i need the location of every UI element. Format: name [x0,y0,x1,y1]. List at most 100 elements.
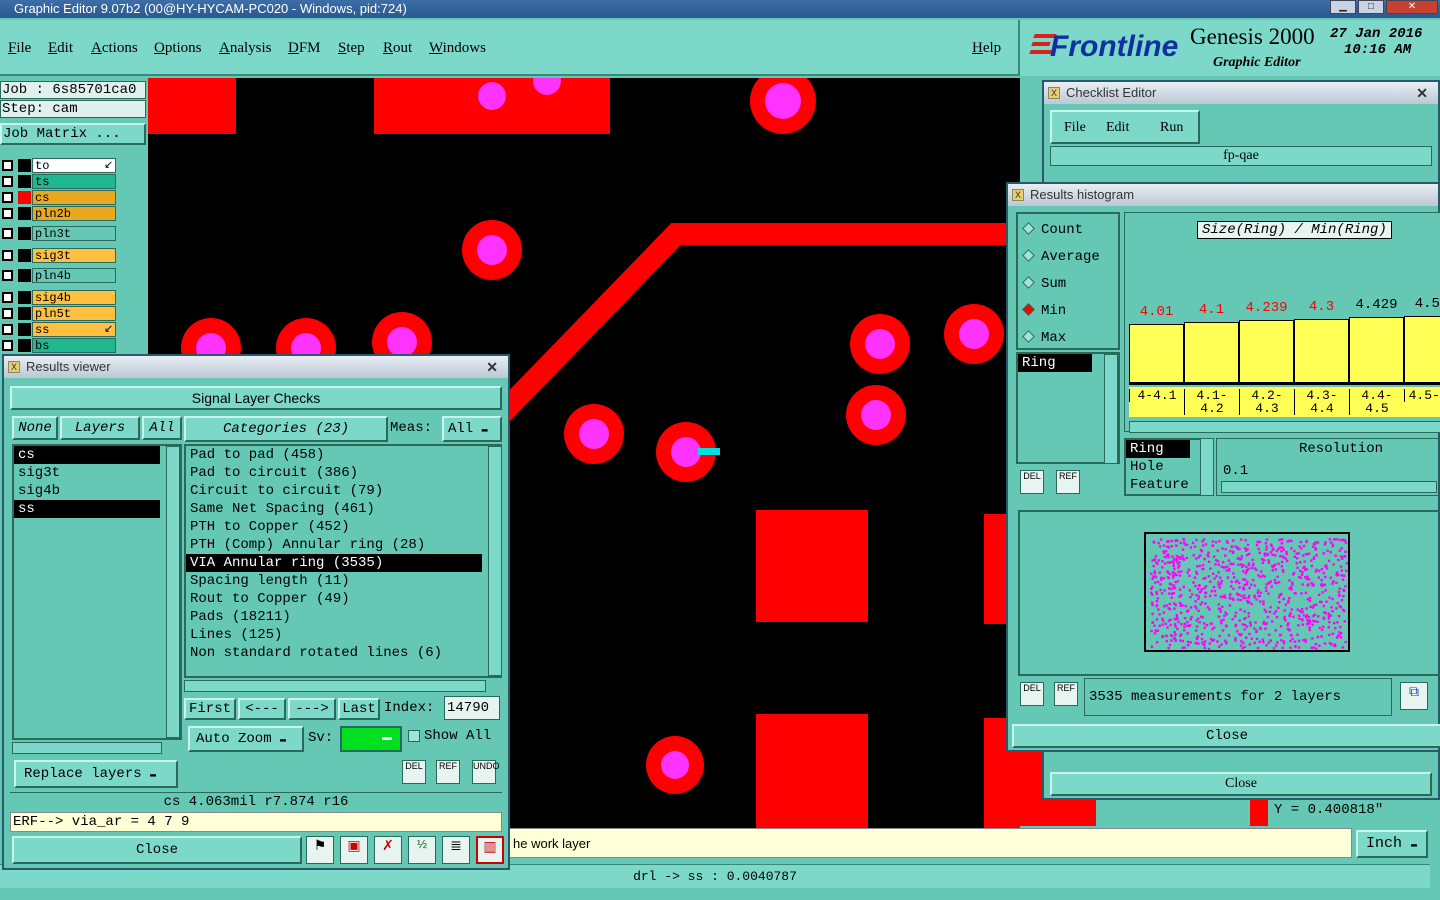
measurement-list-scrollbar[interactable] [1104,354,1118,464]
next-button[interactable]: ---> [288,698,336,720]
numbering-icon[interactable]: ½ [408,836,436,864]
menu-edit[interactable]: Edit [48,40,73,57]
layer-checkbox[interactable] [2,250,13,261]
category-list-item[interactable]: Non standard rotated lines (6) [186,644,482,662]
layer-name[interactable]: sig3t [32,248,116,263]
attr-item-hole[interactable]: Hole [1126,458,1202,476]
layer-row[interactable]: sig3t [0,248,118,263]
category-list-item[interactable]: Pad to pad (458) [186,446,482,464]
ref-button[interactable]: REF [1054,682,1078,706]
layer-name[interactable]: ts [32,174,116,189]
histogram-bar[interactable] [1349,317,1404,383]
layer-name[interactable]: pln4b [32,268,116,283]
layer-checkbox[interactable] [2,308,13,319]
layer-row[interactable]: pln2b [0,206,118,221]
unit-selector[interactable]: Inch ▬ [1356,830,1428,858]
notes-icon[interactable]: ≣ [442,836,470,864]
del-button[interactable]: DEL [402,760,426,784]
layer-row[interactable]: cs [0,190,118,205]
check-set-header[interactable]: Signal Layer Checks [10,386,502,410]
histogram-bar[interactable] [1404,316,1440,383]
zoom-window-icon[interactable]: ⧉ [1400,682,1428,710]
layer-row[interactable]: ss ↙ [0,322,118,337]
option-min[interactable]: Min [1022,303,1066,319]
layer-name[interactable]: pln3t [32,226,116,241]
undo-button[interactable]: UNDO [472,760,500,784]
results-viewer-close-button[interactable]: Close [12,836,302,864]
menu-help[interactable]: Help [972,40,1001,57]
previous-button[interactable]: <--- [238,698,286,720]
layer-checkbox[interactable] [2,160,13,171]
category-list-hscrollbar[interactable] [184,680,486,692]
layer-name[interactable]: pln5t [32,306,116,321]
category-list[interactable]: Pad to pad (458) Pad to circuit (386) Circ… [184,444,502,678]
layer-checkbox[interactable] [2,208,13,219]
ref-button[interactable]: REF [1056,470,1080,494]
layer-list-hscrollbar[interactable] [12,742,162,754]
layer-list-item[interactable]: sig3t [14,464,160,482]
category-list-item[interactable]: Circuit to circuit (79) [186,482,482,500]
menu-options[interactable]: Options [154,40,202,57]
category-list-item[interactable]: Pad to circuit (386) [186,464,482,482]
menu-file[interactable]: File [8,40,31,57]
layer-name[interactable]: sig4b [32,290,116,305]
layer-name[interactable]: cs [32,190,116,205]
layer-checkbox[interactable] [2,340,13,351]
menu-analysis[interactable]: Analysis [219,40,272,57]
checklist-menu-file[interactable]: File [1064,120,1086,136]
job-matrix-button[interactable]: Job Matrix ... [0,123,146,145]
minimize-button[interactable]: ▁ [1330,0,1356,14]
none-button[interactable]: None [12,416,58,440]
histogram-bar[interactable] [1129,324,1184,383]
del-button[interactable]: DEL [1020,682,1044,706]
option-count[interactable]: Count [1022,222,1083,238]
checklist-close-button[interactable]: Close [1050,772,1432,796]
layer-row[interactable]: pln4b [0,268,118,283]
category-list-item[interactable]: Spacing length (11) [186,572,482,590]
category-list-item[interactable]: Lines (125) [186,626,482,644]
layer-list-scrollbar[interactable] [166,446,180,738]
layer-name[interactable]: bs [32,338,116,353]
first-button[interactable]: First [184,698,236,720]
category-list-item[interactable]: PTH (Comp) Annular ring (28) [186,536,482,554]
option-average[interactable]: Average [1022,249,1100,265]
close-icon[interactable]: ✕ [1416,82,1428,104]
menu-step[interactable]: Step [338,40,365,57]
category-list-item[interactable]: Rout to Copper (49) [186,590,482,608]
attr-item-ring[interactable]: Ring [1126,440,1190,458]
last-button[interactable]: Last [338,698,380,720]
menu-actions[interactable]: Actions [91,40,138,57]
option-sum[interactable]: Sum [1022,276,1066,292]
layer-row[interactable]: ts [0,174,118,189]
option-max[interactable]: Max [1022,330,1066,346]
histogram-icon[interactable]: ▥ [476,836,504,864]
show-all-checkbox[interactable] [408,730,420,742]
layer-row[interactable]: sig4b [0,290,118,305]
category-list-item[interactable]: VIA Annular ring (3535) [186,554,482,572]
menu-windows[interactable]: Windows [429,40,486,57]
del-button[interactable]: DEL [1020,470,1044,494]
layer-row[interactable]: to ↙ [0,158,118,173]
severity-dropdown[interactable]: ▬ [340,726,402,752]
category-list-item[interactable]: Pads (18211) [186,608,482,626]
all-button[interactable]: All [142,416,182,440]
menu-rout[interactable]: Rout [383,40,412,57]
report-icon[interactable]: ▣ [340,836,368,864]
layer-checkbox[interactable] [2,176,13,187]
layer-name[interactable]: pln2b [32,206,116,221]
menu-dfm[interactable]: DFM [288,40,321,57]
auto-zoom-dropdown[interactable]: Auto Zoom ▬ [188,726,304,752]
histogram-bar[interactable] [1294,319,1349,383]
close-icon[interactable]: ✕ [486,356,498,378]
histogram-bar[interactable] [1184,322,1239,383]
layer-list-item[interactable]: sig4b [14,482,160,500]
layer-checkbox[interactable] [2,192,13,203]
checklist-menu-edit[interactable]: Edit [1106,120,1129,136]
layer-row[interactable]: pln3t [0,226,118,241]
layer-checkbox[interactable] [2,292,13,303]
histogram-close-button[interactable]: Close [1012,724,1440,748]
layer-row[interactable]: pln5t [0,306,118,321]
attr-item-feature[interactable]: Feature [1126,476,1202,494]
checklist-menu-run[interactable]: Run [1160,120,1183,136]
layer-checkbox[interactable] [2,270,13,281]
